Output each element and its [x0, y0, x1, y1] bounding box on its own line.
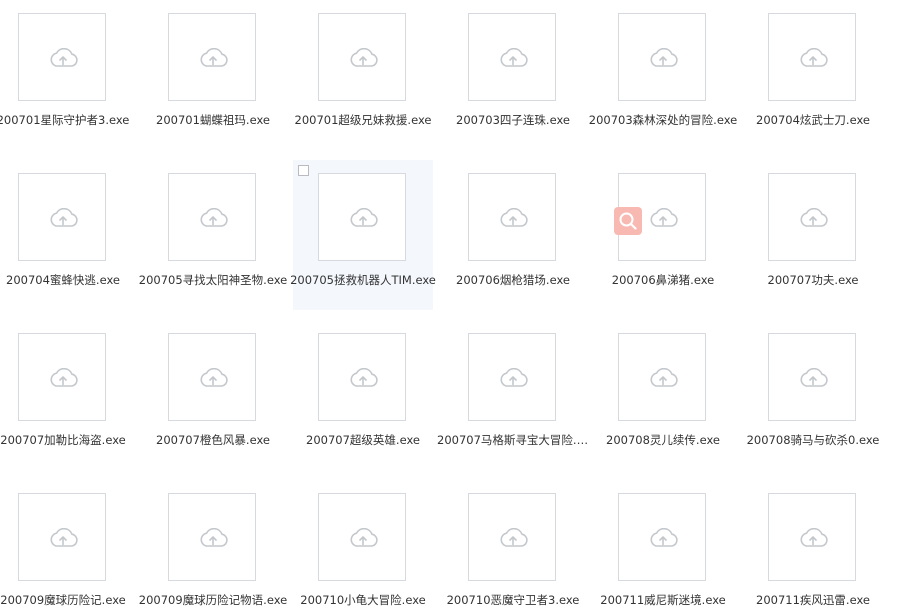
- cloud-upload-icon: [797, 208, 829, 228]
- file-grid: 200701星际守护者3.exe 200701蝴蝶祖玛.exe 200701超级兄妹…: [0, 0, 902, 608]
- cloud-upload-icon: [197, 208, 229, 228]
- file-name: 200707功夫.exe: [767, 273, 859, 287]
- file-name: 200706烟枪猎场.exe: [456, 273, 570, 287]
- file-name: 200705寻找太阳神圣物.exe: [138, 273, 288, 287]
- cloud-upload-icon: [347, 368, 379, 388]
- cloud-upload-icon: [347, 528, 379, 548]
- file-thumbnail[interactable]: [768, 173, 856, 261]
- file-item[interactable]: 200708骑马与砍杀0.exe: [743, 320, 883, 470]
- cloud-upload-icon: [797, 368, 829, 388]
- file-thumbnail[interactable]: [618, 493, 706, 581]
- file-name: 200710恶魔守卫者3.exe: [446, 593, 580, 607]
- file-name: 200711威尼斯迷境.exe: [600, 593, 726, 607]
- file-thumbnail[interactable]: [18, 493, 106, 581]
- file-thumbnail[interactable]: [468, 173, 556, 261]
- file-item[interactable]: 200704炫武士刀.exe: [743, 0, 883, 150]
- file-name: 200707超级英雄.exe: [306, 433, 420, 447]
- file-thumbnail[interactable]: [318, 333, 406, 421]
- cloud-upload-icon: [47, 208, 79, 228]
- file-name: 200701超级兄妹救援.exe: [294, 113, 432, 127]
- file-item[interactable]: 200707马格斯寻宝大冒险.exe: [437, 320, 589, 470]
- file-thumbnail[interactable]: [768, 13, 856, 101]
- file-thumbnail[interactable]: [18, 13, 106, 101]
- file-name: 200708骑马与砍杀0.exe: [746, 433, 880, 447]
- file-name: 200710小龟大冒险.exe: [300, 593, 426, 607]
- cloud-upload-icon: [797, 48, 829, 68]
- cloud-upload-icon: [497, 528, 529, 548]
- file-thumbnail[interactable]: [18, 333, 106, 421]
- file-name: 200701蝴蝶祖玛.exe: [156, 113, 270, 127]
- cloud-upload-icon: [47, 528, 79, 548]
- file-thumbnail[interactable]: [18, 173, 106, 261]
- file-thumbnail[interactable]: [318, 173, 406, 261]
- cloud-upload-icon: [197, 528, 229, 548]
- cloud-upload-icon: [647, 368, 679, 388]
- file-item[interactable]: 200711疾风迅雷.exe: [743, 480, 883, 608]
- file-item[interactable]: 200701超级兄妹救援.exe: [293, 0, 433, 150]
- cloud-upload-icon: [347, 48, 379, 68]
- file-item[interactable]: 200706烟枪猎场.exe: [443, 160, 583, 310]
- file-thumbnail[interactable]: [168, 333, 256, 421]
- file-item[interactable]: 200701星际守护者3.exe: [0, 0, 133, 150]
- file-item[interactable]: 200706鼻涕猪.exe: [593, 160, 733, 310]
- file-name: 200703四子连珠.exe: [456, 113, 570, 127]
- file-thumbnail[interactable]: [768, 493, 856, 581]
- cloud-upload-icon: [647, 528, 679, 548]
- file-name: 200701星际守护者3.exe: [0, 113, 130, 127]
- file-name: 200708灵儿续传.exe: [606, 433, 720, 447]
- file-thumbnail[interactable]: [168, 13, 256, 101]
- file-thumbnail[interactable]: [614, 173, 706, 261]
- file-item[interactable]: 200707加勒比海盗.exe: [0, 320, 133, 470]
- file-thumbnail[interactable]: [318, 13, 406, 101]
- file-item[interactable]: 200708灵儿续传.exe: [593, 320, 733, 470]
- file-name: 200711疾风迅雷.exe: [756, 593, 870, 607]
- cloud-upload-icon: [497, 48, 529, 68]
- cloud-upload-icon: [647, 48, 679, 68]
- file-thumbnail[interactable]: [318, 493, 406, 581]
- file-thumbnail[interactable]: [468, 333, 556, 421]
- cloud-upload-icon: [647, 208, 679, 228]
- file-item[interactable]: 200703森林深处的冒险.exe: [589, 0, 737, 150]
- file-item[interactable]: 200707橙色风暴.exe: [143, 320, 283, 470]
- file-thumbnail[interactable]: [468, 493, 556, 581]
- file-name: 200709魔球历险记物语.exe: [138, 593, 288, 607]
- file-item[interactable]: 200709魔球历险记.exe: [0, 480, 133, 608]
- file-thumbnail[interactable]: [618, 333, 706, 421]
- cloud-upload-icon: [47, 368, 79, 388]
- cloud-upload-icon: [347, 208, 379, 228]
- file-thumbnail[interactable]: [618, 13, 706, 101]
- file-name: 200707橙色风暴.exe: [156, 433, 270, 447]
- cloud-upload-icon: [797, 528, 829, 548]
- cloud-upload-icon: [497, 368, 529, 388]
- cloud-upload-icon: [47, 48, 79, 68]
- file-thumbnail[interactable]: [468, 13, 556, 101]
- file-item[interactable]: 200703四子连珠.exe: [443, 0, 583, 150]
- file-name: 200707马格斯寻宝大冒险.exe: [437, 433, 589, 447]
- file-name: 200709魔球历险记.exe: [0, 593, 126, 607]
- search-icon[interactable]: [614, 207, 642, 235]
- file-thumbnail[interactable]: [168, 493, 256, 581]
- file-name: 200707加勒比海盗.exe: [0, 433, 126, 447]
- file-item[interactable]: 200711威尼斯迷境.exe: [593, 480, 733, 608]
- cloud-upload-icon: [197, 368, 229, 388]
- select-checkbox[interactable]: [298, 165, 309, 176]
- file-item[interactable]: 200705寻找太阳神圣物.exe: [139, 160, 287, 310]
- file-name: 200704蜜蜂快逃.exe: [6, 273, 120, 287]
- file-name: 200703森林深处的冒险.exe: [588, 113, 738, 127]
- file-thumbnail[interactable]: [168, 173, 256, 261]
- file-item[interactable]: 200707超级英雄.exe: [293, 320, 433, 470]
- file-name: 200705拯救机器人TIM.exe: [290, 273, 436, 287]
- cloud-upload-icon: [497, 208, 529, 228]
- file-item[interactable]: 200710小龟大冒险.exe: [293, 480, 433, 608]
- file-item[interactable]: 200710恶魔守卫者3.exe: [443, 480, 583, 608]
- file-name: 200704炫武士刀.exe: [756, 113, 870, 127]
- file-name: 200706鼻涕猪.exe: [611, 273, 715, 287]
- file-thumbnail[interactable]: [768, 333, 856, 421]
- file-item[interactable]: 200701蝴蝶祖玛.exe: [143, 0, 283, 150]
- file-item[interactable]: 200709魔球历险记物语.exe: [139, 480, 287, 608]
- cloud-upload-icon: [197, 48, 229, 68]
- file-item[interactable]: 200707功夫.exe: [743, 160, 883, 310]
- file-item[interactable]: 200705拯救机器人TIM.exe: [290, 160, 436, 310]
- file-item[interactable]: 200704蜜蜂快逃.exe: [0, 160, 133, 310]
